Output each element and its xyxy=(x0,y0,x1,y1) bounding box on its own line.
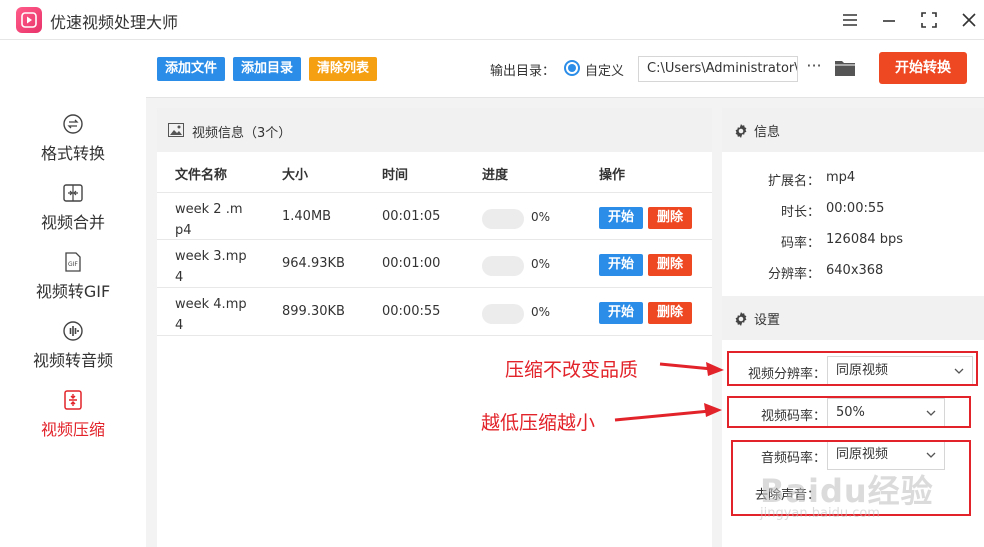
baidu-watermark: Baidu经验 jingyan.baidu.com xyxy=(760,466,960,526)
watermark-url: jingyan.baidu.com xyxy=(760,506,880,521)
annotation-arrows xyxy=(614,362,724,422)
